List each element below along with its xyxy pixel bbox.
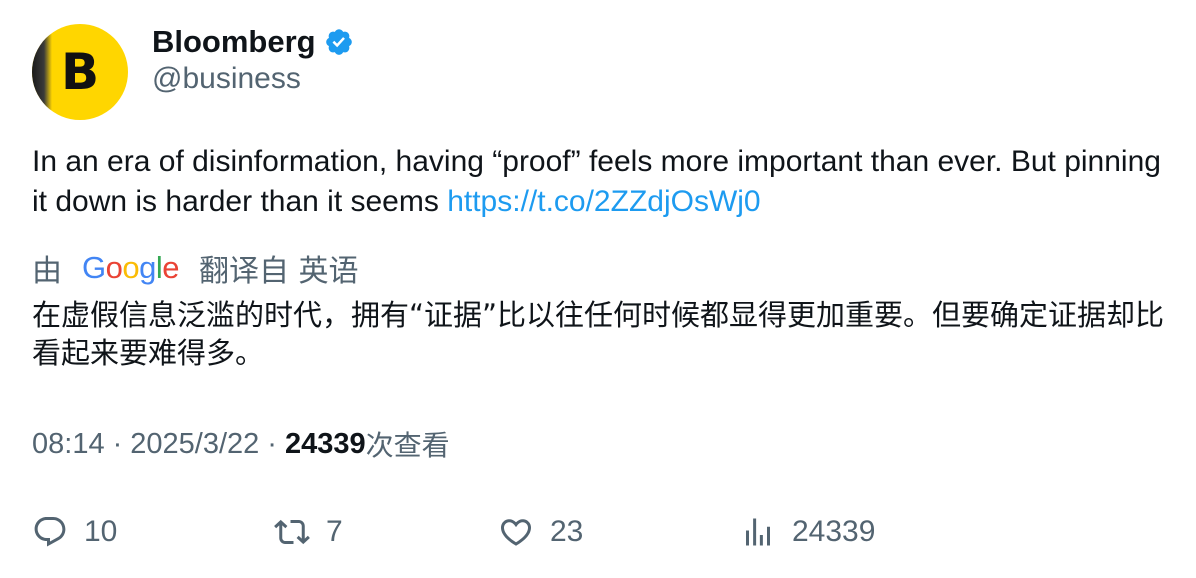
author-name-row: Bloomberg (152, 22, 354, 62)
retweet-count: 7 (326, 515, 343, 548)
heart-icon (498, 514, 534, 550)
meta-separator: · (267, 427, 277, 460)
retweet-icon (274, 514, 310, 550)
views-count: 24339 (792, 515, 876, 548)
avatar-letter: B (60, 43, 100, 101)
tweet-meta: 08:14 · 2025/3/22 · 24339 次查看 (32, 424, 450, 464)
reply-count: 10 (84, 515, 118, 548)
meta-separator: · (112, 427, 123, 460)
translation-prefix: 由 (32, 254, 62, 289)
tweet-date[interactable]: 2025/3/22 (130, 428, 259, 461)
avatar[interactable]: B (32, 24, 128, 120)
tweet-card: B Bloomberg @business In an era of disin… (0, 0, 1196, 578)
google-logo-letter: G (82, 250, 106, 285)
view-count: 24339 (284, 427, 366, 460)
like-count: 23 (550, 515, 584, 548)
tweet-link[interactable]: https://t.co/2ZZdjOsWj0 (447, 185, 760, 218)
verified-badge-icon[interactable] (324, 27, 354, 57)
google-logo-letter: o (122, 250, 140, 285)
analytics-icon (740, 514, 776, 550)
google-logo-letter: e (162, 250, 180, 285)
retweet-button[interactable]: 7 (274, 510, 343, 554)
tweet-time[interactable]: 08:14 (32, 428, 105, 461)
translated-text: 在虚假信息泛滥的时代，拥有“证据”比以往任何时候都显得更加重要。但要确定证据却比… (32, 298, 1165, 370)
reply-button[interactable]: 10 (32, 510, 117, 554)
tweet-text: In an era of disinformation, having “pro… (32, 142, 1162, 222)
display-name[interactable]: Bloomberg (152, 24, 316, 60)
views-label: 次查看 (365, 429, 450, 462)
reply-icon (32, 514, 68, 550)
author-handle[interactable]: @business (152, 62, 301, 96)
views-button[interactable]: 24339 (740, 510, 875, 554)
translation-attribution: 由 Google 翻译自 英语 (32, 248, 359, 289)
google-logo-letter: g (139, 250, 156, 285)
action-bar: 10 7 23 24339 (0, 510, 1196, 554)
translation-suffix: 翻译自 英语 (199, 254, 359, 289)
like-button[interactable]: 23 (498, 510, 583, 554)
google-logo-icon[interactable]: Google (82, 250, 180, 286)
google-logo-letter: o (105, 250, 123, 285)
